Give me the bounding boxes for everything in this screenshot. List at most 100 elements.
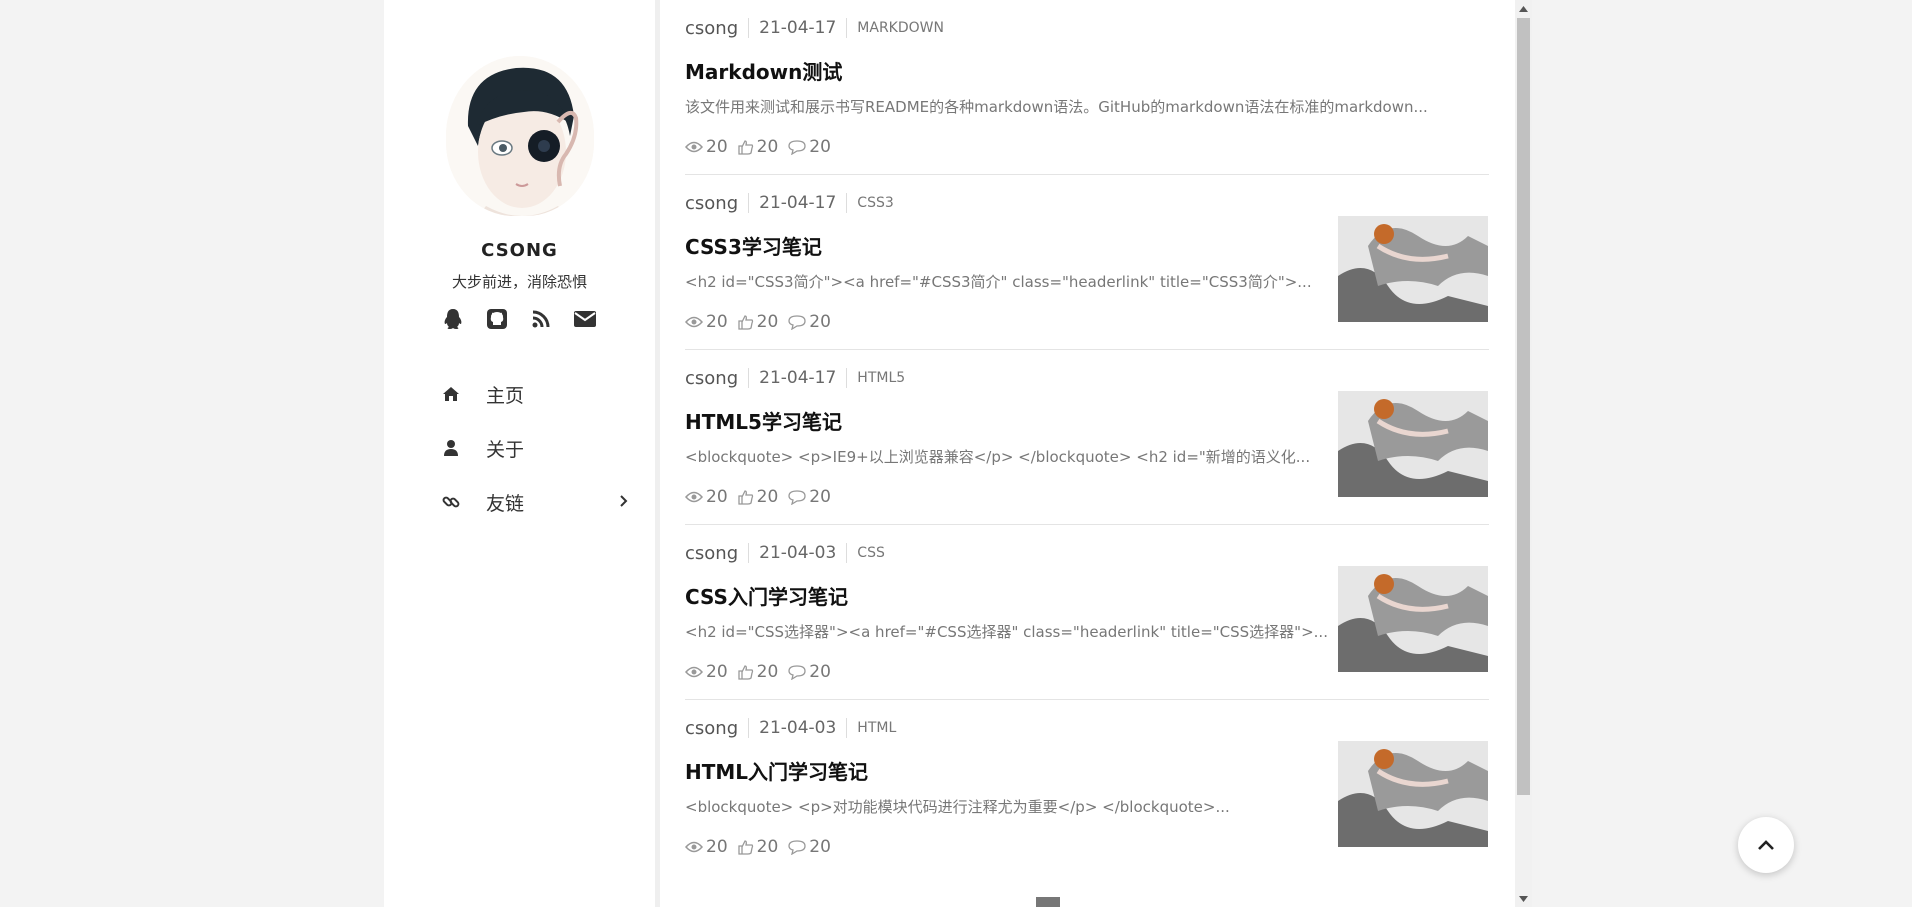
- post-stats: 20 20 20: [685, 836, 841, 858]
- post-item: csong 21-04-17 MARKDOWN Markdown测试 该文件用来…: [685, 0, 1489, 175]
- post-thumbnail[interactable]: [1338, 741, 1488, 847]
- nav-label: 友链: [486, 493, 525, 515]
- thumbs-up-icon: [737, 665, 753, 680]
- meta-divider: [748, 718, 750, 738]
- qq-icon[interactable]: [440, 306, 466, 332]
- post-title[interactable]: CSS入门学习笔记: [685, 581, 848, 610]
- back-to-top-button[interactable]: [1738, 817, 1794, 873]
- views-count: 20: [706, 837, 728, 857]
- post-author[interactable]: csong: [685, 18, 738, 39]
- meta-divider: [846, 368, 848, 388]
- scroll-down-arrow-icon[interactable]: [1515, 890, 1532, 907]
- post-thumbnail[interactable]: [1338, 391, 1488, 497]
- meta-divider: [846, 18, 848, 38]
- comments-stat[interactable]: 20: [788, 137, 831, 157]
- post-meta: csong 21-04-17 CSS3: [685, 190, 894, 216]
- thumbs-up-icon: [737, 315, 753, 330]
- eye-icon: [685, 491, 703, 503]
- thumbs-up-icon: [737, 490, 753, 505]
- comments-count: 20: [809, 837, 831, 857]
- post-date: 21-04-17: [759, 18, 837, 38]
- scrollbar[interactable]: [1515, 0, 1532, 907]
- comments-stat[interactable]: 20: [788, 487, 831, 507]
- comments-stat[interactable]: 20: [788, 312, 831, 332]
- sidebar-nav: 主页 关于 友链: [440, 377, 630, 539]
- meta-divider: [748, 18, 750, 38]
- comments-count: 20: [809, 662, 831, 682]
- rss-icon[interactable]: [528, 306, 554, 332]
- likes-stat[interactable]: 20: [737, 137, 778, 157]
- views-count: 20: [706, 137, 728, 157]
- post-list: csong 21-04-17 MARKDOWN Markdown测试 该文件用来…: [660, 0, 1515, 907]
- meta-divider: [846, 193, 848, 213]
- post-excerpt: <blockquote> <p>对功能模块代码进行注释尤为重要</p> </bl…: [685, 798, 1230, 816]
- post-excerpt: 该文件用来测试和展示书写README的各种markdown语法。GitHub的m…: [685, 98, 1428, 116]
- comment-icon: [788, 665, 806, 680]
- likes-stat[interactable]: 20: [737, 487, 778, 507]
- nav-label: 主页: [486, 385, 525, 407]
- views-stat: 20: [685, 137, 728, 157]
- comments-stat[interactable]: 20: [788, 837, 831, 857]
- post-author[interactable]: csong: [685, 368, 738, 389]
- post-item: csong 21-04-03 CSS CSS入门学习笔记 <h2 id="CSS…: [685, 525, 1489, 700]
- likes-stat[interactable]: 20: [737, 837, 778, 857]
- nav-item-links[interactable]: 友链: [440, 485, 630, 539]
- likes-stat[interactable]: 20: [737, 312, 779, 332]
- meta-divider: [846, 718, 848, 738]
- views-count: 20: [706, 312, 728, 332]
- pagination[interactable]: [1036, 897, 1060, 907]
- post-author[interactable]: csong: [685, 193, 738, 214]
- scroll-up-arrow-icon[interactable]: [1515, 0, 1532, 17]
- post-stats: 20 20 20: [685, 136, 841, 158]
- nav-item-about[interactable]: 关于: [440, 431, 630, 485]
- thumbs-up-icon: [737, 840, 753, 855]
- meta-divider: [748, 543, 750, 563]
- post-stats: 20 20 20: [685, 311, 841, 333]
- post-excerpt: <h2 id="CSS3简介"><a href="#CSS3简介" class=…: [685, 273, 1312, 291]
- post-meta: csong 21-04-17 HTML5: [685, 365, 905, 391]
- comments-count: 20: [809, 487, 831, 507]
- post-date: 21-04-03: [759, 718, 837, 738]
- post-category[interactable]: HTML5: [857, 370, 905, 386]
- comments-stat[interactable]: 20: [788, 662, 831, 682]
- likes-count: 20: [756, 312, 779, 332]
- post-category[interactable]: HTML: [857, 720, 896, 736]
- post-stats: 20 20 20: [685, 486, 841, 508]
- scrollbar-thumb[interactable]: [1517, 18, 1530, 795]
- post-category[interactable]: MARKDOWN: [857, 20, 944, 36]
- social-links: [440, 306, 600, 332]
- comment-icon: [788, 840, 806, 855]
- views-stat: 20: [685, 487, 728, 507]
- user-icon: [440, 437, 462, 459]
- post-thumbnail[interactable]: [1338, 566, 1488, 672]
- avatar[interactable]: [446, 56, 594, 216]
- post-title[interactable]: HTML5学习笔记: [685, 406, 842, 435]
- chevron-up-icon: [1758, 840, 1774, 850]
- post-stats: 20 20 20: [685, 661, 841, 683]
- post-excerpt: <blockquote> <p>IE9+以上浏览器兼容</p> </blockq…: [685, 448, 1311, 466]
- github-icon[interactable]: [484, 306, 510, 332]
- post-title[interactable]: CSS3学习笔记: [685, 231, 822, 260]
- post-date: 21-04-17: [759, 368, 837, 388]
- post-author[interactable]: csong: [685, 718, 738, 739]
- post-date: 21-04-17: [759, 193, 837, 213]
- site-name: CSONG: [481, 240, 558, 261]
- eye-icon: [685, 316, 703, 328]
- comments-count: 20: [809, 312, 831, 332]
- email-icon[interactable]: [572, 306, 598, 332]
- likes-count: 20: [756, 662, 779, 682]
- post-category[interactable]: CSS: [857, 545, 885, 561]
- post-title[interactable]: HTML入门学习笔记: [685, 756, 868, 785]
- site-motto: 大步前进，消除恐惧: [451, 273, 587, 291]
- post-title[interactable]: Markdown测试: [685, 56, 842, 85]
- post-excerpt: <h2 id="CSS选择器"><a href="#CSS选择器" class=…: [685, 623, 1328, 641]
- eye-icon: [685, 141, 703, 153]
- post-category[interactable]: CSS3: [857, 195, 893, 211]
- views-stat: 20: [685, 662, 728, 682]
- thumbs-up-icon: [737, 140, 753, 155]
- post-author[interactable]: csong: [685, 543, 738, 564]
- post-thumbnail[interactable]: [1338, 216, 1488, 322]
- link-icon: [440, 491, 462, 513]
- nav-item-home[interactable]: 主页: [440, 377, 630, 431]
- likes-stat[interactable]: 20: [737, 662, 779, 682]
